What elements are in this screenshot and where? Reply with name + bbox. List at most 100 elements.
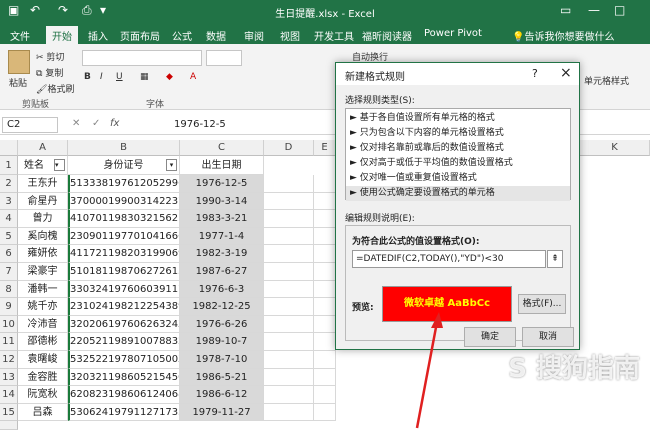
header-cell-name[interactable]: 姓名 ▾ (18, 156, 68, 175)
name-cell[interactable]: 曾力 (18, 210, 68, 228)
cancel-button[interactable]: 取消 (522, 327, 574, 347)
rule-type-item[interactable]: ► 仅对高于或低于平均值的数值设置格式 (346, 156, 570, 171)
empty-cell[interactable] (264, 386, 314, 404)
italic-button[interactable]: I (100, 72, 103, 82)
empty-cell[interactable] (314, 351, 336, 369)
fill-color-icon[interactable]: ◆ (166, 72, 173, 82)
name-cell[interactable]: 袁曙峻 (18, 351, 68, 369)
row-header[interactable]: 10 (0, 315, 18, 334)
tab-file[interactable]: 文件 (10, 28, 30, 43)
empty-cell[interactable] (314, 333, 336, 351)
empty-cell[interactable] (264, 263, 314, 281)
id-cell[interactable]: 231024198212254389 (68, 298, 180, 316)
row-header[interactable]: 15 (0, 403, 18, 422)
column-header[interactable]: D (264, 140, 314, 156)
ribbon-display-icon[interactable]: ▭ (560, 3, 571, 17)
birthdate-cell[interactable]: 1983-3-21 (180, 210, 264, 228)
id-cell[interactable]: 220521198910078832 (68, 333, 180, 351)
name-cell[interactable]: 雍妍依 (18, 245, 68, 263)
empty-cell[interactable] (264, 333, 314, 351)
collapse-dialog-icon[interactable]: ⇞ (547, 250, 563, 268)
cancel-entry-icon[interactable]: ✕ (72, 118, 80, 129)
name-cell[interactable]: 俞星丹 (18, 192, 68, 211)
empty-cell[interactable] (264, 368, 314, 387)
name-cell[interactable]: 奚向槐 (18, 227, 68, 246)
id-cell[interactable]: 53252219780710500X (68, 351, 180, 369)
row-header[interactable]: 5 (0, 227, 18, 246)
empty-cell[interactable] (264, 280, 314, 299)
empty-cell[interactable] (264, 315, 314, 334)
minimize-icon[interactable]: — (588, 3, 600, 17)
id-cell[interactable]: 330324197606039117 (68, 280, 180, 299)
empty-cell[interactable] (314, 298, 336, 316)
empty-cell[interactable] (314, 245, 336, 263)
row-header[interactable]: 8 (0, 280, 18, 299)
ok-button[interactable]: 确定 (464, 327, 516, 347)
header-cell-birthdate[interactable]: 出生日期 (180, 156, 264, 175)
row-header[interactable]: 7 (0, 263, 18, 281)
format-painter-button[interactable]: 🖌格式刷 (36, 82, 74, 95)
empty-cell[interactable] (314, 368, 336, 387)
column-header[interactable]: C (180, 140, 264, 156)
cut-button[interactable]: ✂ 剪切 (36, 50, 64, 63)
birthdate-cell[interactable]: 1982-12-25 (180, 298, 264, 316)
name-cell[interactable]: 梁豪宇 (18, 263, 68, 281)
row-header[interactable]: 12 (0, 351, 18, 369)
font-color-icon[interactable]: A (190, 72, 196, 82)
name-cell[interactable]: 王东升 (18, 175, 68, 193)
row-header[interactable]: 6 (0, 245, 18, 263)
tab-formulas[interactable]: 公式 (172, 28, 192, 43)
empty-cell[interactable] (314, 227, 336, 246)
rule-type-item[interactable]: ► 只为包含以下内容的单元格设置格式 (346, 126, 570, 141)
birthdate-cell[interactable]: 1979-11-27 (180, 403, 264, 422)
column-header[interactable]: B (68, 140, 180, 156)
id-cell[interactable]: 410701198303215621 (68, 210, 180, 228)
id-cell[interactable]: 530624197911271733 (68, 403, 180, 422)
rule-type-item[interactable]: ► 仅对唯一值或重复值设置格式 (346, 171, 570, 186)
underline-button[interactable]: U (116, 72, 123, 82)
id-cell[interactable]: 411721198203199069 (68, 245, 180, 263)
empty-cell[interactable] (314, 280, 336, 299)
empty-cell[interactable] (314, 192, 336, 211)
formula-field[interactable]: =DATEDIF(C2,TODAY(),"YD")<30 (352, 250, 546, 268)
tab-view[interactable]: 视图 (280, 28, 300, 43)
column-header[interactable]: K (580, 140, 650, 156)
enter-entry-icon[interactable]: ✓ (92, 118, 100, 129)
birthdate-cell[interactable]: 1976-12-5 (180, 175, 264, 193)
tab-developer[interactable]: 开发工具 (314, 28, 354, 43)
empty-cell[interactable] (314, 175, 336, 193)
empty-cell[interactable] (314, 263, 336, 281)
insert-function-icon[interactable]: fx (110, 118, 119, 129)
paste-icon[interactable] (8, 50, 30, 74)
bold-button[interactable]: B (84, 72, 91, 82)
row-header[interactable]: 11 (0, 333, 18, 351)
name-cell[interactable]: 吕森 (18, 403, 68, 422)
birthdate-cell[interactable]: 1976-6-3 (180, 280, 264, 299)
rule-type-item[interactable]: ► 基于各自值设置所有单元格的格式 (346, 111, 570, 126)
formula-input[interactable]: 1976-12-5 (164, 117, 334, 133)
font-size-select[interactable] (206, 50, 242, 66)
birthdate-cell[interactable]: 1977-1-4 (180, 227, 264, 246)
tab-foxit[interactable]: 福昕阅读器 (362, 28, 412, 43)
select-all-corner[interactable] (0, 140, 18, 156)
id-cell[interactable]: 230901197701041666 (68, 227, 180, 246)
birthdate-cell[interactable]: 1986-6-12 (180, 386, 264, 404)
birthdate-cell[interactable]: 1978-7-10 (180, 351, 264, 369)
row-header[interactable]: 4 (0, 210, 18, 228)
name-cell[interactable]: 邵德彬 (18, 333, 68, 351)
birthdate-cell[interactable]: 1986-5-21 (180, 368, 264, 387)
copy-button[interactable]: ⧉ 复制 (36, 66, 63, 79)
row-header[interactable]: 3 (0, 192, 18, 211)
cell-styles-button[interactable]: 单元格样式 (584, 74, 629, 87)
birthdate-cell[interactable]: 1976-6-26 (180, 315, 264, 334)
name-cell[interactable]: 金容胜 (18, 368, 68, 387)
row-header[interactable]: 1 (0, 156, 18, 175)
name-cell[interactable]: 阮宽秋 (18, 386, 68, 404)
empty-cell[interactable] (314, 315, 336, 334)
row-header[interactable]: 13 (0, 368, 18, 387)
tab-power-pivot[interactable]: Power Pivot (424, 28, 482, 39)
empty-cell[interactable] (264, 175, 314, 193)
empty-cell[interactable] (264, 245, 314, 263)
close-icon[interactable]: × (560, 65, 572, 81)
row-header[interactable]: 14 (0, 386, 18, 404)
